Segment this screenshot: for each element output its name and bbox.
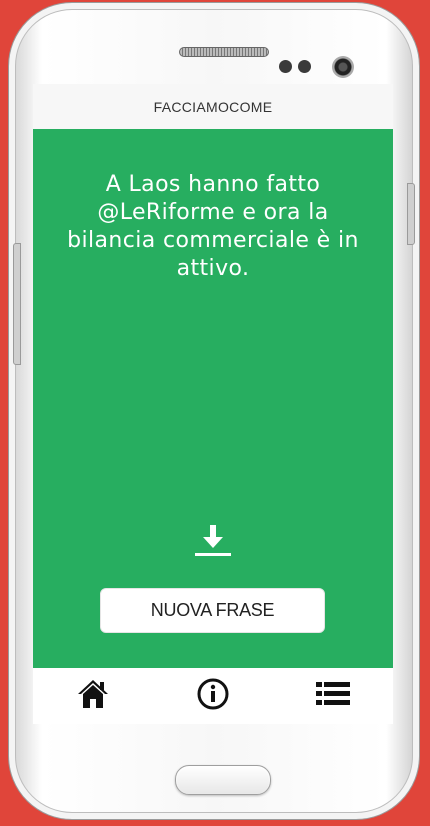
app-header: FACCIAMOCOME [33, 84, 393, 129]
light-sensor [298, 60, 311, 73]
download-icon[interactable] [193, 521, 233, 561]
nav-list[interactable] [303, 668, 363, 724]
app-title: FACCIAMOCOME [153, 98, 273, 115]
proximity-sensor [279, 60, 292, 73]
hardware-home-button[interactable] [175, 765, 271, 795]
info-icon [197, 678, 229, 714]
power-button [407, 183, 415, 245]
new-phrase-button[interactable]: NUOVA FRASE [100, 588, 325, 633]
nav-home[interactable] [63, 668, 123, 724]
front-camera [332, 56, 354, 78]
quote-text: A Laos hanno fatto @LeRiforme e ora la b… [67, 172, 359, 281]
list-icon [316, 680, 350, 712]
earpiece-speaker [179, 47, 269, 57]
home-icon [77, 679, 109, 713]
quote-panel: A Laos hanno fatto @LeRiforme e ora la b… [33, 129, 393, 668]
nav-info[interactable] [183, 668, 243, 724]
new-phrase-label: NUOVA FRASE [150, 600, 275, 620]
volume-button [13, 243, 21, 365]
app-screen: FACCIAMOCOME A Laos hanno fatto @LeRifor… [33, 84, 393, 724]
bottom-nav [33, 668, 393, 724]
